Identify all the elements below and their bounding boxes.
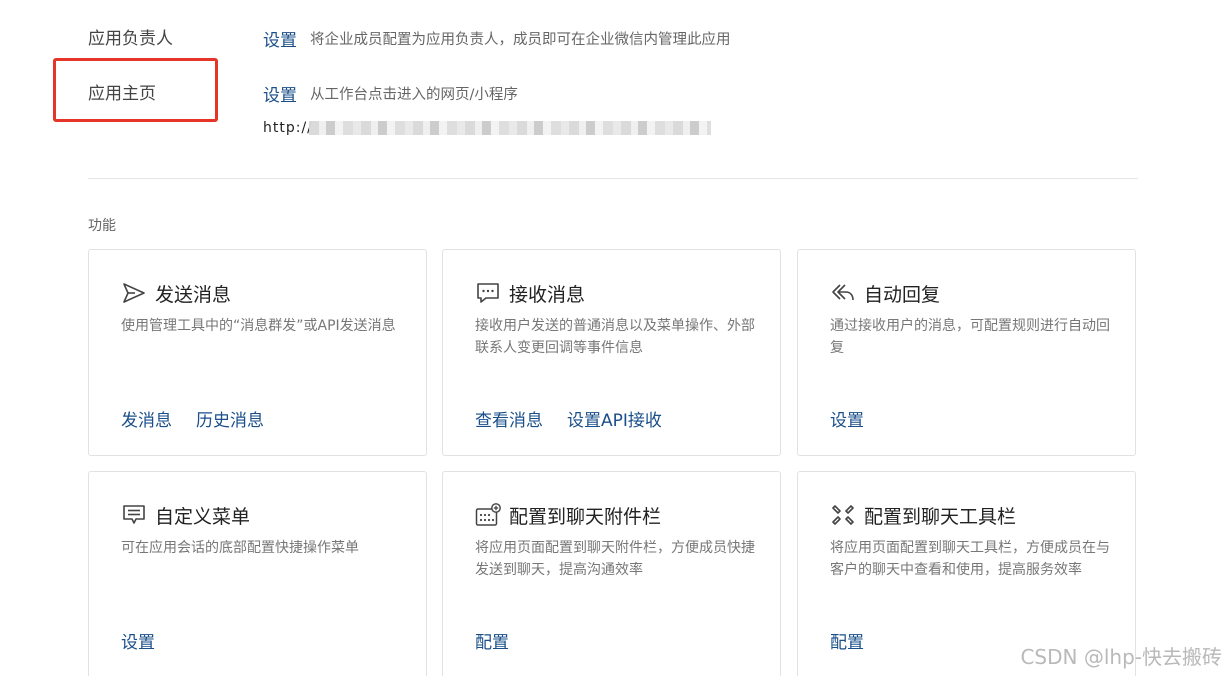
send-icon bbox=[121, 280, 147, 306]
card-auto-reply: 自动回复 通过接收用户的消息，可配置规则进行自动回复 设置 bbox=[797, 249, 1136, 456]
chat-bubble-icon bbox=[475, 280, 501, 306]
card-title: 发送消息 bbox=[155, 283, 232, 306]
watermark: CSDN @lhp-快去搬砖 bbox=[1020, 645, 1222, 669]
owner-description: 将企业成员配置为应用负责人，成员即可在企业微信内管理此应用 bbox=[310, 32, 731, 48]
card-title: 配置到聊天工具栏 bbox=[864, 505, 1017, 528]
reply-icon bbox=[830, 280, 856, 306]
homepage-url: http:// bbox=[263, 120, 711, 138]
auto-reply-settings-link[interactable]: 设置 bbox=[830, 406, 864, 431]
card-chat-attachment-bar: 配置到聊天附件栏 将应用页面配置到聊天附件栏，方便成员快捷发送到聊天，提高沟通效… bbox=[442, 471, 781, 676]
attachment-bar-icon bbox=[475, 502, 501, 528]
section-divider bbox=[88, 178, 1138, 179]
app-settings-page: 应用负责人 设置 将企业成员配置为应用负责人，成员即可在企业微信内管理此应用 应… bbox=[0, 0, 1226, 676]
card-title: 配置到聊天附件栏 bbox=[509, 505, 662, 528]
toolbar-config-link[interactable]: 配置 bbox=[830, 628, 864, 653]
card-title: 自定义菜单 bbox=[155, 505, 251, 528]
card-description: 接收用户发送的普通消息以及菜单操作、外部联系人变更回调等事件信息 bbox=[475, 318, 755, 356]
owner-label: 应用负责人 bbox=[88, 29, 173, 49]
homepage-setting-row: 应用主页 设置 从工作台点击进入的网页/小程序 bbox=[88, 79, 1138, 106]
card-description: 将应用页面配置到聊天工具栏，方便成员在与客户的聊天中查看和使用，提高服务效率 bbox=[830, 540, 1110, 578]
view-messages-link[interactable]: 查看消息 bbox=[475, 406, 543, 431]
redaction-blur bbox=[309, 121, 711, 135]
card-description: 可在应用会话的底部配置快捷操作菜单 bbox=[121, 540, 359, 556]
card-description: 将应用页面配置到聊天附件栏，方便成员快捷发送到聊天，提高沟通效率 bbox=[475, 540, 755, 578]
card-description: 通过接收用户的消息，可配置规则进行自动回复 bbox=[830, 318, 1110, 356]
card-description: 使用管理工具中的“消息群发”或API发送消息 bbox=[121, 318, 396, 334]
annotation-highlight-box bbox=[53, 58, 218, 122]
attachment-bar-config-link[interactable]: 配置 bbox=[475, 628, 509, 653]
custom-menu-settings-link[interactable]: 设置 bbox=[121, 628, 155, 653]
owner-setting-row: 应用负责人 设置 将企业成员配置为应用负责人，成员即可在企业微信内管理此应用 bbox=[88, 24, 1138, 51]
message-history-link[interactable]: 历史消息 bbox=[196, 406, 264, 431]
card-title: 自动回复 bbox=[864, 283, 941, 306]
homepage-url-text: http:// bbox=[263, 120, 313, 136]
card-title: 接收消息 bbox=[509, 283, 586, 306]
card-send-message: 发送消息 使用管理工具中的“消息群发”或API发送消息 发消息 历史消息 bbox=[88, 249, 427, 456]
card-custom-menu: 自定义菜单 可在应用会话的底部配置快捷操作菜单 设置 bbox=[88, 471, 427, 676]
set-api-receive-link[interactable]: 设置API接收 bbox=[567, 406, 662, 431]
functions-section-title: 功能 bbox=[88, 218, 116, 234]
toolbar-icon bbox=[830, 502, 856, 528]
homepage-set-link[interactable]: 设置 bbox=[263, 81, 297, 106]
owner-set-link[interactable]: 设置 bbox=[263, 26, 297, 51]
menu-icon bbox=[121, 502, 147, 528]
homepage-description: 从工作台点击进入的网页/小程序 bbox=[310, 87, 518, 103]
card-receive-message: 接收消息 接收用户发送的普通消息以及菜单操作、外部联系人变更回调等事件信息 查看… bbox=[442, 249, 781, 456]
send-message-link[interactable]: 发消息 bbox=[121, 406, 172, 431]
